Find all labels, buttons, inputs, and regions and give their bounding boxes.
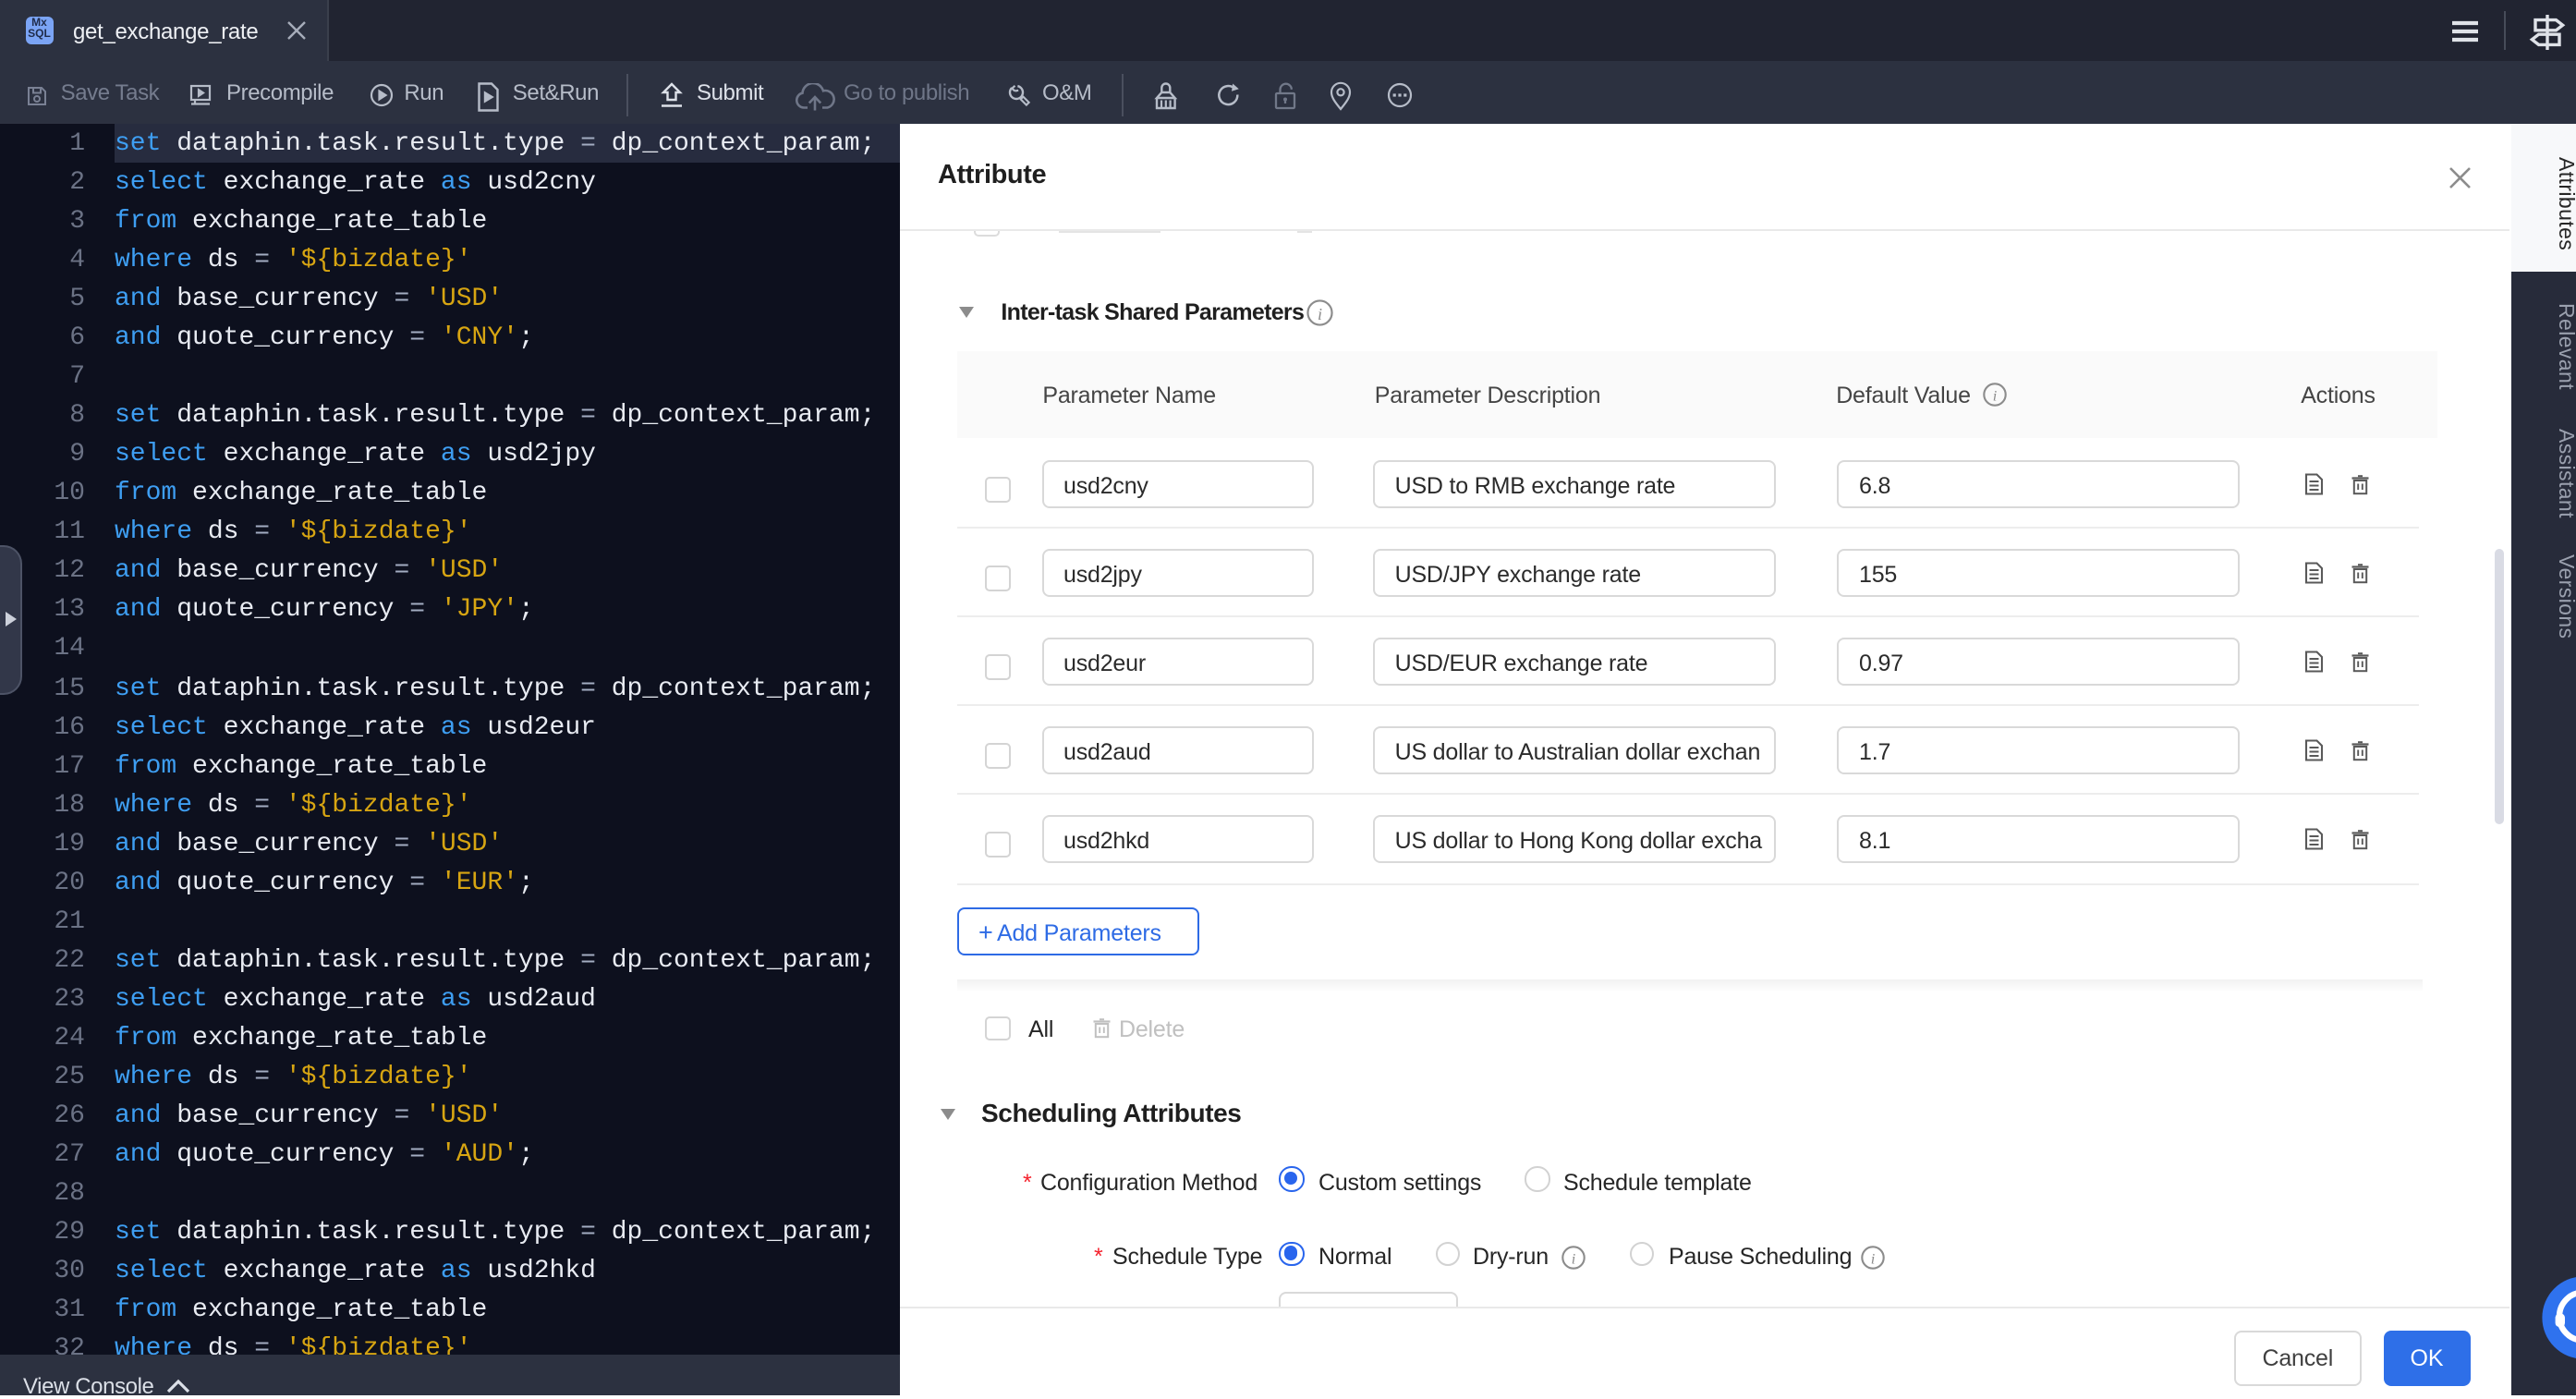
svg-text:i: i [1993, 387, 1998, 404]
svg-text:i: i [1318, 305, 1322, 323]
svg-text:i: i [1871, 1250, 1876, 1267]
svg-text:i: i [1571, 1250, 1575, 1267]
